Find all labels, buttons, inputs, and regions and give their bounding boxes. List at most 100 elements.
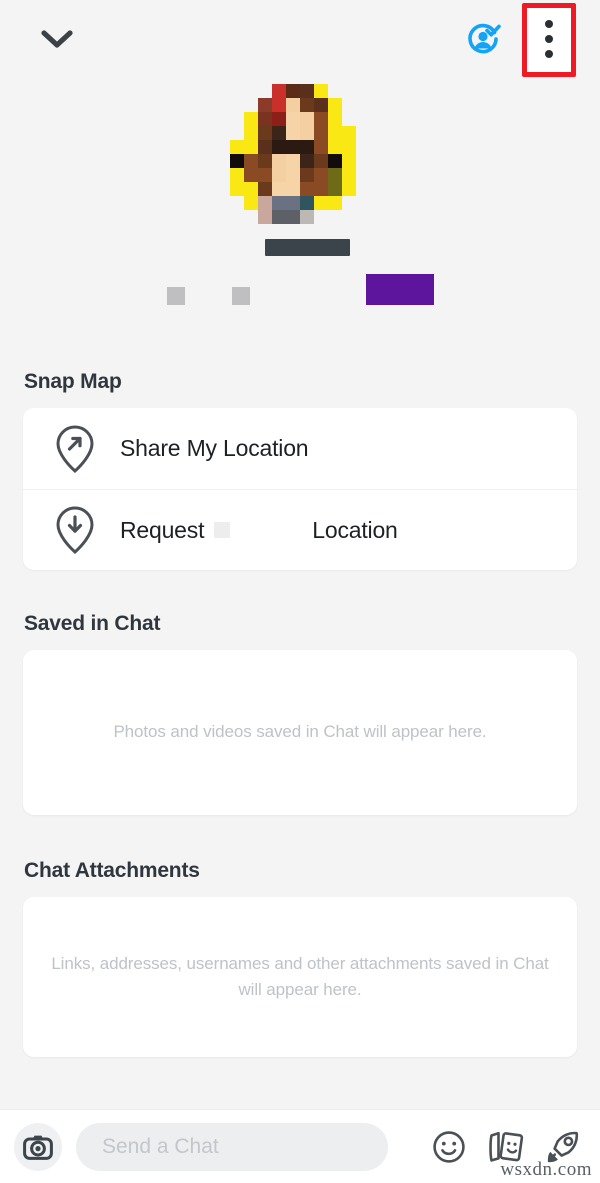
avatar-pixel-8-0 [230,196,244,210]
avatar-pixel-9-6 [314,210,328,224]
snap-map-title: Snap Map [24,370,122,393]
avatar-pixel-8-4 [286,196,300,210]
avatar-pixel-2-3 [272,112,286,126]
friend-verified-icon[interactable] [460,16,506,62]
kebab-menu-icon [545,20,553,58]
header-bar [0,0,600,78]
avatar-pixel-2-5 [300,112,314,126]
avatar-pixel-2-7 [328,112,342,126]
avatar[interactable] [230,84,370,224]
avatar-pixel-6-4 [286,168,300,182]
avatar-pixel-5-8 [342,154,356,168]
avatar-pixel-3-8 [342,126,356,140]
avatar-pixel-5-1 [244,154,258,168]
profile-redactions [0,224,600,324]
avatar-pixel-4-4 [286,140,300,154]
snap-map-section: Snap Map Share My Location Request Locat… [0,370,600,570]
avatar-pixel-7-5 [300,182,314,196]
share-my-location-label: Share My Location [120,435,309,461]
avatar-pixel-8-3 [272,196,286,210]
avatar-pixel-7-3 [272,182,286,196]
redacted-badge-1 [167,287,185,305]
saved-in-chat-card: Photos and videos saved in Chat will app… [23,650,577,815]
avatar-pixel-6-5 [300,168,314,182]
avatar-pixel-0-3 [272,84,286,98]
kebab-menu-button[interactable] [522,1,576,77]
avatar-pixel-3-7 [328,126,342,140]
avatar-pixel-4-3 [272,140,286,154]
saved-in-chat-section: Saved in Chat Photos and videos saved in… [0,612,600,815]
avatar-pixel-6-0 [230,168,244,182]
send-a-chat-input[interactable] [76,1122,388,1171]
camera-icon[interactable] [14,1122,62,1171]
avatar-pixel-9-4 [286,210,300,224]
avatar-pixel-3-0 [230,126,244,140]
avatar-pixel-0-0 [230,84,244,98]
chat-attachments-section: Chat Attachments Links, addresses, usern… [0,859,600,1057]
avatar-pixel-1-1 [244,98,258,112]
avatar-pixel-7-4 [286,182,300,196]
avatar-pixel-2-0 [230,112,244,126]
avatar-pixel-1-6 [314,98,328,112]
chat-attachments-empty-text: Links, addresses, usernames and other at… [51,953,549,999]
avatar-pixel-8-2 [258,196,272,210]
redacted-action-button[interactable] [366,274,434,305]
avatar-pixel-6-3 [272,168,286,182]
avatar-pixel-1-9 [356,98,370,112]
request-location-label-before: Request [120,516,205,543]
avatar-pixel-6-1 [244,168,258,182]
request-location-row[interactable]: Request Location [23,489,577,570]
redacted-badge-2 [232,287,250,305]
avatar-pixel-5-5 [300,154,314,168]
avatar-pixel-4-2 [258,140,272,154]
avatar-pixel-3-5 [300,126,314,140]
avatar-pixel-2-4 [286,112,300,126]
avatar-pixel-8-5 [300,196,314,210]
avatar-pixel-0-9 [356,84,370,98]
chevron-down-icon[interactable] [36,18,78,60]
avatar-pixel-7-2 [258,182,272,196]
avatar-pixel-8-7 [328,196,342,210]
avatar-pixel-0-4 [286,84,300,98]
avatar-pixel-5-7 [328,154,342,168]
avatar-pixel-7-8 [342,182,356,196]
avatar-pixel-3-1 [244,126,258,140]
avatar-pixel-2-6 [314,112,328,126]
redacted-friend-name [214,522,231,538]
avatar-pixel-9-2 [258,210,272,224]
smiley-sticker-icon[interactable] [432,1130,466,1164]
avatar-pixel-6-7 [328,168,342,182]
chat-attachments-title: Chat Attachments [24,859,200,882]
avatar-pixel-9-9 [356,210,370,224]
chat-profile-screen: Snap Map Share My Location Request Locat… [0,0,600,1183]
chat-composer-bar: wsxdn.com [0,1109,600,1183]
location-pin-request-icon [53,504,97,556]
avatar-pixel-7-9 [356,182,370,196]
profile-block [0,78,600,324]
avatar-pixel-4-5 [300,140,314,154]
avatar-pixel-8-8 [342,196,356,210]
avatar-pixel-3-9 [356,126,370,140]
saved-in-chat-title: Saved in Chat [24,612,161,635]
avatar-pixel-3-4 [286,126,300,140]
avatar-pixel-2-9 [356,112,370,126]
avatar-pixel-7-6 [314,182,328,196]
avatar-pixel-0-5 [300,84,314,98]
share-my-location-row[interactable]: Share My Location [23,408,577,489]
avatar-pixel-1-7 [328,98,342,112]
avatar-pixel-4-6 [314,140,328,154]
avatar-pixel-1-3 [272,98,286,112]
avatar-pixel-6-2 [258,168,272,182]
request-location-label: Request Location [120,517,398,544]
avatar-pixel-0-1 [244,84,258,98]
avatar-pixel-9-8 [342,210,356,224]
avatar-pixel-0-2 [258,84,272,98]
avatar-pixel-3-2 [258,126,272,140]
avatar-pixel-9-7 [328,210,342,224]
avatar-pixel-7-0 [230,182,244,196]
saved-in-chat-empty-text: Photos and videos saved in Chat will app… [113,722,487,742]
avatar-pixel-3-6 [314,126,328,140]
avatar-pixel-5-4 [286,154,300,168]
avatar-pixel-9-0 [230,210,244,224]
avatar-pixel-4-1 [244,140,258,154]
